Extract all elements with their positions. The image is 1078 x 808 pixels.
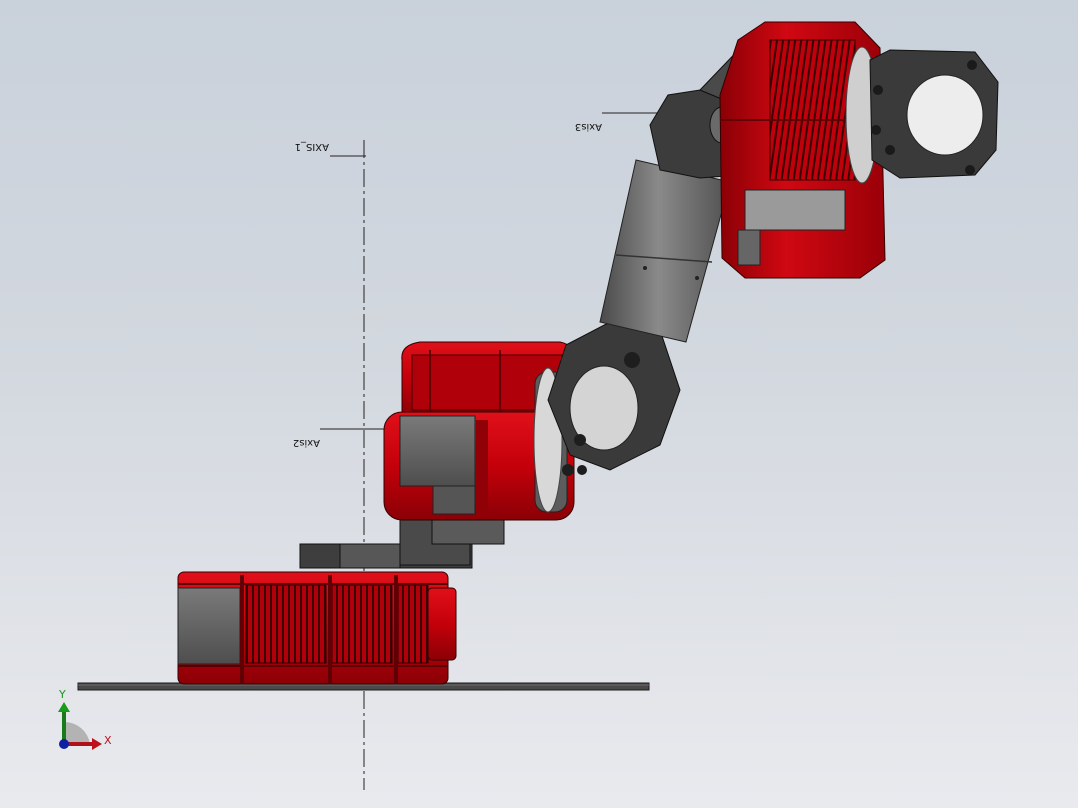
triad-x-label: X [104,734,112,747]
axis1-centerline [330,140,366,790]
base-motor-housing[interactable] [177,571,457,685]
shoulder-motor[interactable] [383,341,576,521]
upper-arm-tube[interactable] [599,159,731,343]
model-viewport[interactable]: AXIS_1 Axis2 Axis3 Y X [0,0,1078,808]
coordinate-triad [58,702,102,750]
axis1-label: AXIS_1 [295,141,329,152]
end-effector-flange[interactable] [869,49,999,179]
axis2-label: Axis2 [293,437,320,448]
axis3-label: Axis3 [575,121,602,132]
upper-motor[interactable] [719,21,886,279]
triad-y-label: Y [58,688,66,701]
